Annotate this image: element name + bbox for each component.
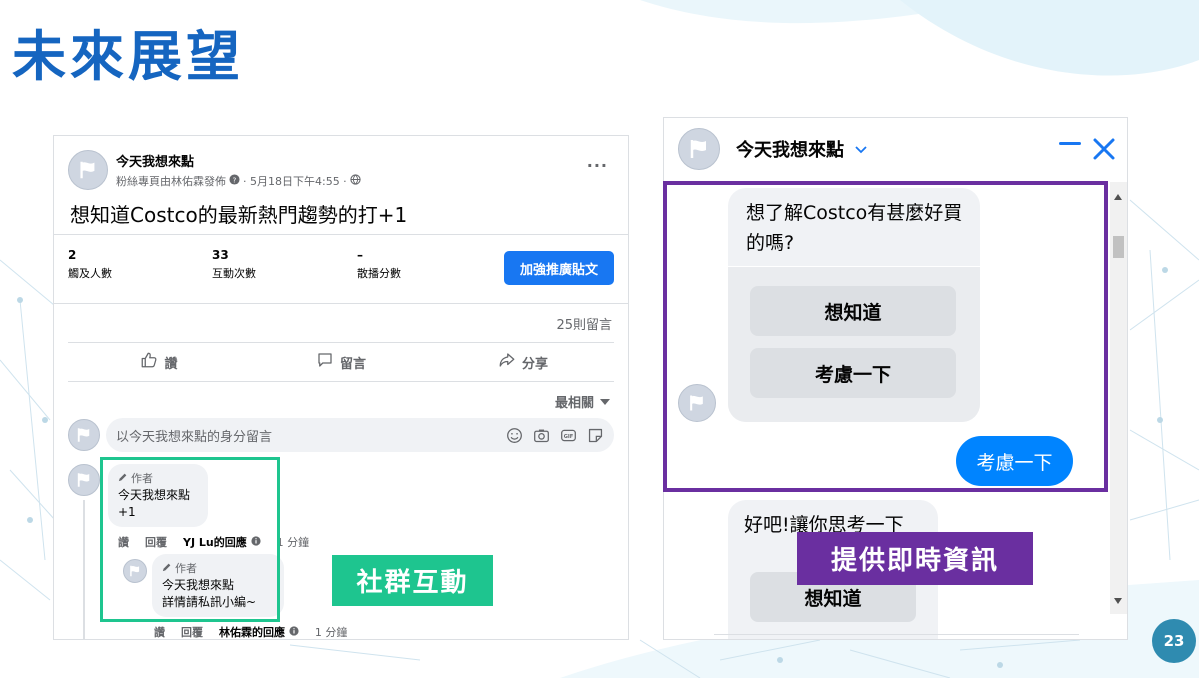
slide: 未來展望 今天我想來點 粉絲專頁由林佑霖發佈 ? · 5月18日下午4:55 ·… (0, 0, 1199, 678)
stat-reach-value: 2 (68, 248, 77, 262)
realtime-info-label: 提供即時資訊 (797, 532, 1033, 585)
composer-avatar (68, 419, 100, 451)
like-label: 讚 (164, 356, 178, 372)
slide-title: 未來展望 (12, 25, 244, 88)
emoji-icon[interactable] (506, 427, 523, 444)
comment-avatar[interactable] (68, 464, 100, 496)
comment-icon (316, 351, 334, 373)
messenger-avatar[interactable] (678, 128, 720, 170)
more-options-button[interactable]: ··· (587, 156, 608, 175)
comment-label: 留言 (339, 356, 366, 372)
info-icon (289, 626, 299, 636)
page-number-badge: 23 (1152, 619, 1196, 663)
minimize-icon[interactable] (1059, 142, 1081, 145)
thumbs-up-icon (140, 351, 158, 373)
community-highlight-box (100, 457, 280, 622)
flag-icon (77, 473, 90, 487)
stat-distribution-value: – (357, 248, 363, 262)
boost-post-button[interactable]: 加強推廣貼文 (504, 251, 614, 285)
stat-distribution[interactable]: – 散播分數 (357, 248, 401, 281)
flag-icon (77, 428, 90, 442)
reply-reply-by: 林佑霖的回應 (219, 624, 299, 639)
reply-by-text: 林佑霖的回應 (219, 626, 285, 639)
scroll-up-arrow[interactable] (1114, 194, 1122, 200)
like-button[interactable]: 讚 (68, 351, 250, 373)
post-action-row: 讚 留言 分享 (68, 342, 614, 382)
reply-like-link[interactable]: 讚 (154, 624, 165, 639)
stat-engagement[interactable]: 33 互動次數 (212, 248, 256, 281)
composer-icons: GIF (506, 427, 604, 444)
gif-icon[interactable]: GIF (560, 427, 577, 444)
help-icon[interactable]: ? (229, 174, 240, 188)
sort-label: 最相關 (554, 396, 594, 411)
comment-time[interactable]: 1 分鐘 (277, 534, 310, 550)
reply-reply-link[interactable]: 回覆 (181, 624, 203, 639)
share-icon (498, 351, 516, 373)
sticker-icon[interactable] (587, 427, 604, 444)
stat-reach-label: 觸及人數 (68, 267, 112, 280)
post-author-line: 粉絲專頁由林佑霖發佈 (116, 175, 226, 188)
comment-placeholder: 以今天我想來點的身分留言 (116, 429, 273, 445)
post-page-name[interactable]: 今天我想來點 (116, 151, 361, 170)
comment-button[interactable]: 留言 (250, 351, 432, 373)
caret-down-icon (600, 394, 610, 409)
stat-engagement-value: 33 (212, 248, 229, 262)
scroll-down-arrow[interactable] (1114, 598, 1122, 604)
stat-distribution-label: 散播分數 (357, 267, 401, 280)
comment-composer: 以今天我想來點的身分留言 GIF (68, 418, 614, 452)
flag-icon (690, 140, 706, 158)
post-date[interactable]: · 5月18日下午4:55 · (243, 173, 347, 189)
messenger-header: 今天我想來點 (664, 118, 1127, 180)
realtime-info-highlight-box (663, 181, 1108, 492)
share-label: 分享 (521, 356, 548, 372)
post-text: 想知道Costco的最新熱門趨勢的打+1 (70, 203, 408, 227)
scroll-thumb[interactable] (1113, 236, 1124, 258)
share-button[interactable]: 分享 (432, 351, 614, 373)
globe-icon (350, 174, 361, 188)
page-avatar[interactable] (68, 150, 108, 190)
comment-count[interactable]: 25則留言 (556, 314, 612, 333)
close-icon[interactable] (1091, 136, 1117, 162)
messenger-contact-name[interactable]: 今天我想來點 (736, 136, 844, 162)
chevron-down-icon[interactable] (854, 145, 868, 154)
reply-actions: 讚 回覆 林佑霖的回應 1 分鐘 (154, 624, 348, 639)
post-header: 今天我想來點 粉絲專頁由林佑霖發佈 ? · 5月18日下午4:55 · (68, 150, 361, 190)
camera-icon[interactable] (533, 427, 550, 444)
svg-text:?: ? (233, 175, 237, 184)
reply-time[interactable]: 1 分鐘 (315, 624, 348, 639)
community-interaction-label: 社群互動 (332, 555, 493, 606)
post-insights-row: 2 觸及人數 33 互動次數 – 散播分數 加強推廣貼文 (54, 234, 628, 304)
comment-sort-dropdown[interactable]: 最相關 (555, 392, 610, 411)
stat-reach[interactable]: 2 觸及人數 (68, 248, 112, 281)
post-subtitle: 粉絲專頁由林佑霖發佈 ? · 5月18日下午4:55 · (116, 173, 361, 189)
stat-engagement-label: 互動次數 (212, 267, 256, 280)
flag-icon (80, 161, 95, 179)
chat-scrollbar[interactable] (1110, 182, 1127, 614)
comment-input[interactable]: 以今天我想來點的身分留言 GIF (106, 418, 614, 452)
svg-text:GIF: GIF (564, 434, 574, 440)
composer-divider (714, 634, 1079, 635)
thread-line (83, 500, 85, 639)
